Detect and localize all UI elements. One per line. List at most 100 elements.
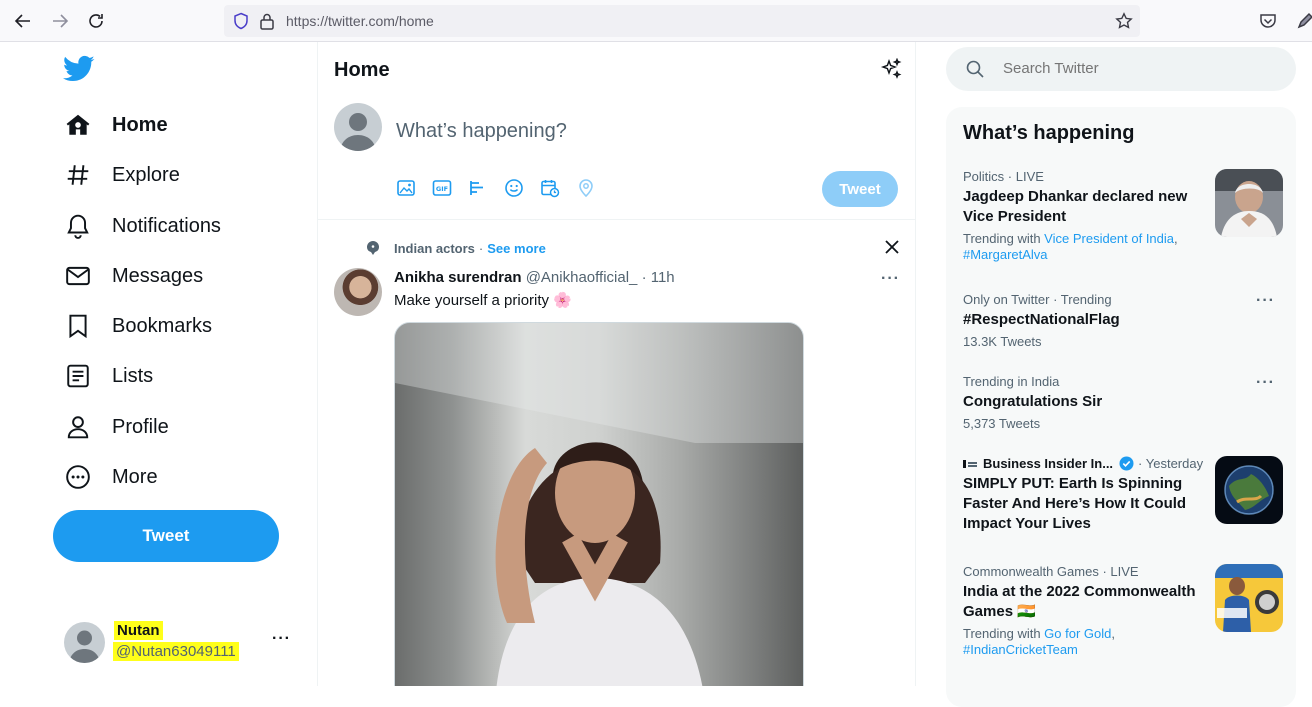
trend-comma: , [1174, 231, 1178, 246]
reload-icon[interactable] [86, 11, 106, 31]
account-switcher[interactable]: Nutan @Nutan63049111 ··· [64, 618, 304, 668]
sidebar-item-bookmarks[interactable]: Bookmarks [64, 306, 212, 346]
search-box[interactable] [946, 47, 1296, 91]
compose-avatar[interactable] [334, 103, 382, 151]
trend-headline: SIMPLY PUT: Earth Is Spinning Faster And… [963, 475, 1187, 532]
trend-related: Trending with Vice President of India, #… [963, 231, 1193, 263]
back-icon[interactable] [13, 11, 33, 31]
account-handle: @Nutan63049111 [113, 642, 239, 661]
compose-input[interactable]: What’s happening? [396, 120, 567, 143]
sidebar-item-label: Home [112, 113, 168, 136]
trend-item[interactable]: Politics · LIVE Jagdeep Dhankar declared… [963, 169, 1283, 269]
person-icon [64, 413, 92, 441]
post-author-handle[interactable]: @Anikhaofficial_ [526, 269, 638, 286]
sidebar-item-label: Notifications [112, 214, 221, 237]
pen-icon[interactable] [1296, 12, 1312, 30]
pocket-icon[interactable] [1259, 12, 1277, 30]
topic-separator: · [478, 240, 484, 256]
account-name: Nutan [114, 621, 163, 640]
trend-thumbnail[interactable] [1215, 169, 1283, 237]
trend-thumbnail[interactable] [1215, 456, 1283, 524]
post-image[interactable] [394, 322, 804, 686]
url-text[interactable]: https://twitter.com/home [286, 13, 434, 29]
see-more-link[interactable]: See more [487, 241, 546, 256]
emoji-icon[interactable] [504, 178, 540, 198]
trend-link[interactable]: Vice President of India [1044, 231, 1174, 246]
shield-icon[interactable] [232, 12, 250, 30]
location-icon[interactable] [576, 178, 612, 198]
news-source[interactable]: Business Insider In... [983, 456, 1113, 471]
trend-more-icon[interactable]: ··· [1256, 292, 1275, 310]
post-more-icon[interactable]: ··· [881, 270, 900, 288]
trend-item[interactable]: Trending in India Congratulations Sir 5,… [963, 374, 1283, 436]
avatar[interactable] [64, 622, 105, 663]
gif-icon[interactable]: GIF [432, 178, 468, 198]
sparkle-icon[interactable] [880, 58, 902, 80]
browser-toolbar: https://twitter.com/home [0, 0, 1312, 42]
sidebar-item-profile[interactable]: Profile [64, 407, 169, 447]
post-author-name[interactable]: Anikha surendran [394, 269, 522, 286]
topic-context: Indian actors · See more [366, 240, 546, 256]
trend-meta: Only on Twitter · Trending [963, 292, 1112, 307]
topic-name[interactable]: Indian actors [394, 241, 475, 256]
search-input[interactable] [1003, 60, 1273, 77]
post-avatar[interactable] [334, 268, 382, 316]
trends-panel: What’s happening Politics · LIVE Jagdeep… [946, 107, 1296, 707]
sidebar-item-messages[interactable]: Messages [64, 256, 203, 296]
main-timeline: Home What’s happening? GIF Tweet Indian … [317, 42, 916, 686]
page-title: Home [334, 59, 390, 81]
sidebar-item-notifications[interactable]: Notifications [64, 206, 221, 246]
trend-thumbnail[interactable] [1215, 564, 1283, 632]
sidebar-item-label: Lists [112, 364, 154, 387]
search-icon [966, 60, 984, 78]
poll-icon[interactable] [468, 178, 504, 198]
trend-item[interactable]: Only on Twitter · Trending #RespectNatio… [963, 292, 1283, 354]
trend-more-icon[interactable]: ··· [1256, 374, 1275, 392]
hashtag-icon [64, 161, 92, 189]
sidebar-item-more[interactable]: More [64, 457, 158, 497]
star-icon[interactable] [1115, 12, 1133, 30]
account-more-icon[interactable]: ··· [272, 630, 291, 648]
sidebar-item-label: Profile [112, 415, 169, 438]
trend-meta: · Yesterday [1138, 456, 1204, 471]
tweet-button[interactable]: Tweet [53, 510, 279, 562]
lock-icon[interactable] [259, 12, 275, 30]
svg-text:GIF: GIF [436, 185, 448, 193]
sidebar-item-lists[interactable]: Lists [64, 356, 153, 396]
trend-item[interactable]: Business Insider In... · Yesterday SIMPL… [963, 456, 1283, 546]
trend-headline: Congratulations Sir [963, 393, 1103, 410]
close-icon[interactable] [884, 239, 900, 255]
topic-icon [367, 241, 379, 255]
address-bar[interactable]: https://twitter.com/home [224, 5, 1140, 37]
sidebar-item-label: Bookmarks [112, 314, 213, 337]
trends-title: What’s happening [963, 122, 1135, 144]
compose-tweet-button[interactable]: Tweet [822, 171, 898, 207]
sidebar-item-label: Explore [112, 163, 180, 186]
twitter-logo-icon[interactable] [63, 55, 95, 83]
trend-related: Trending with Go for Gold, #IndianCricke… [963, 626, 1208, 658]
compose-toolbar: GIF [396, 178, 612, 198]
trend-count: 5,373 Tweets [963, 416, 1041, 431]
trend-link[interactable]: #IndianCricketTeam [963, 642, 1078, 657]
trend-link[interactable]: #MargaretAlva [963, 247, 1048, 262]
forward-icon[interactable] [50, 11, 70, 31]
sidebar-item-explore[interactable]: Explore [64, 155, 180, 195]
media-icon[interactable] [396, 178, 432, 198]
schedule-icon[interactable] [540, 178, 576, 198]
trend-count: 13.3K Tweets [963, 334, 1042, 349]
post-separator: · [641, 269, 647, 286]
trend-item[interactable]: Commonwealth Games · LIVE India at the 2… [963, 564, 1283, 664]
sidebar-item-home[interactable]: Home [64, 105, 168, 145]
divider [318, 219, 915, 220]
post-text: Make yourself a priority 🌸 [394, 292, 572, 309]
trend-headline: Jagdeep Dhankar declared new Vice Presid… [963, 188, 1188, 225]
trending-prefix: Trending with [963, 626, 1045, 641]
sidebar-item-label: Messages [112, 264, 204, 287]
trend-link[interactable]: Go for Gold [1044, 626, 1111, 641]
verified-badge-icon [1119, 456, 1134, 471]
left-sidebar: Home Explore Notifications Messages Book… [0, 42, 317, 686]
bookmark-icon [64, 312, 92, 340]
trending-prefix: Trending with [963, 231, 1045, 246]
bell-icon [64, 212, 92, 240]
post-time[interactable]: 11h [651, 269, 675, 286]
